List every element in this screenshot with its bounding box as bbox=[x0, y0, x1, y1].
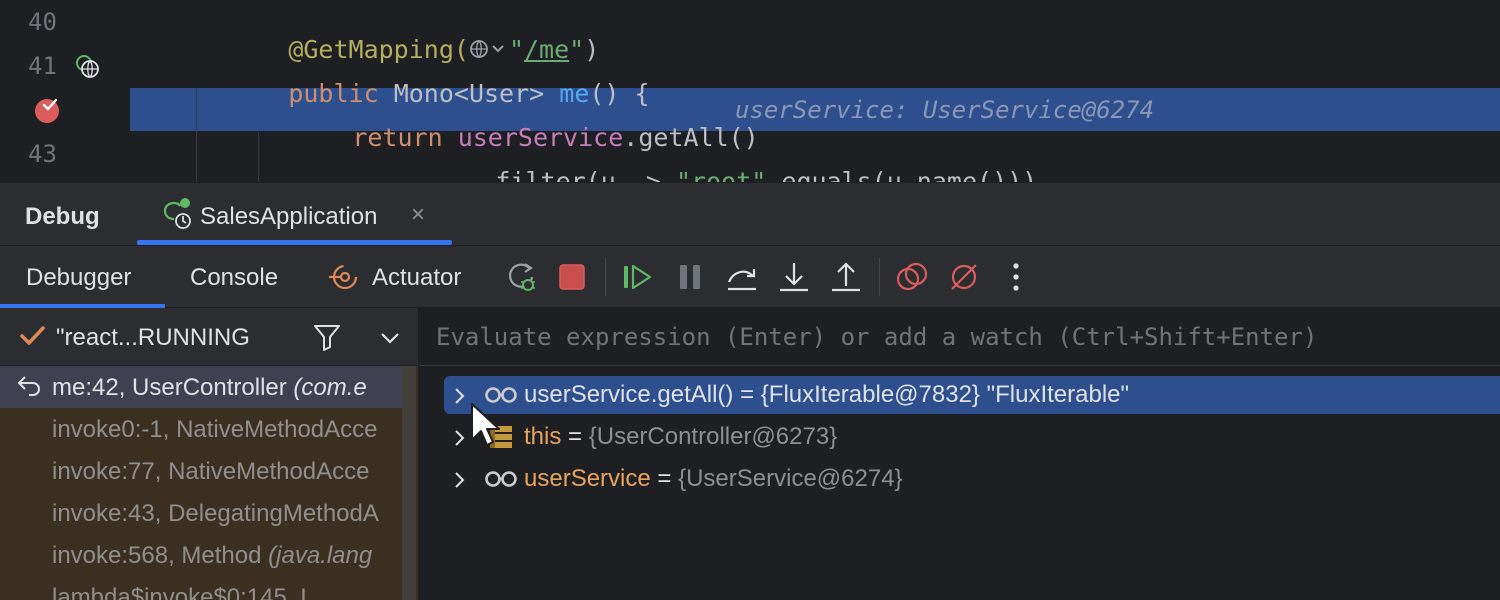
code-token: .equals(u.name())) bbox=[766, 167, 1038, 182]
actuator-icon[interactable] bbox=[328, 261, 362, 293]
variable-row[interactable]: userService = {UserService@6274} bbox=[444, 460, 1500, 498]
breakpoint-icon[interactable] bbox=[33, 95, 63, 125]
watch-icon bbox=[484, 383, 518, 407]
frame-item[interactable]: invoke:568, Method (java.lang bbox=[0, 534, 402, 576]
string-token: "root" bbox=[675, 167, 767, 182]
run-tab-label: SalesApplication bbox=[200, 203, 378, 230]
variable-name: this bbox=[524, 423, 562, 450]
watch-icon bbox=[484, 467, 518, 491]
frame-method: invoke0:-1, NativeMethodAcce bbox=[52, 416, 378, 443]
frame-item[interactable]: lambda$invoke$0:145, I bbox=[0, 576, 402, 600]
chevron-right-icon[interactable] bbox=[452, 427, 468, 447]
frame-item[interactable]: invoke:77, NativeMethodAcce bbox=[0, 450, 402, 492]
thread-label: "react...RUNNING bbox=[56, 324, 250, 351]
debug-tool-window-header: Debug SalesApplication × bbox=[0, 182, 1500, 246]
debug-session-icon bbox=[161, 197, 195, 231]
frames-scrollbar[interactable] bbox=[402, 366, 416, 600]
frame-method: lambda$invoke$0:145, I bbox=[52, 584, 307, 600]
tab-actuator[interactable]: Actuator bbox=[372, 264, 461, 292]
evaluate-bar bbox=[420, 308, 1500, 366]
close-icon[interactable]: × bbox=[411, 201, 425, 229]
frame-package: (java.lang bbox=[268, 542, 373, 569]
resume-icon[interactable] bbox=[620, 260, 654, 294]
chevron-right-icon[interactable] bbox=[452, 469, 468, 489]
toolbar-separator bbox=[605, 258, 606, 296]
variable-value: {FluxIterable@7832} "FluxIterable" bbox=[760, 381, 1130, 408]
variable-name: userService.getAll() bbox=[524, 381, 734, 408]
variable-row[interactable]: userService.getAll() = {FluxIterable@783… bbox=[444, 376, 1500, 414]
code-line-43[interactable]: 43 .filter(u -> "root".equals(u.name())) bbox=[0, 132, 1500, 182]
frame-item[interactable]: me:42, UserController (com.e bbox=[0, 366, 402, 408]
code-line-42[interactable]: return userService.getAll() userService:… bbox=[0, 88, 1500, 152]
equals-sign: = bbox=[561, 423, 589, 450]
toolbar-separator bbox=[879, 258, 880, 296]
field-icon bbox=[484, 425, 518, 449]
endpoint-gutter-icon[interactable] bbox=[74, 53, 102, 81]
rerun-debug-icon[interactable] bbox=[505, 260, 539, 294]
step-over-icon[interactable] bbox=[725, 260, 759, 294]
variable-value: {UserService@6274} bbox=[678, 465, 903, 492]
variable-name: userService bbox=[524, 465, 651, 492]
more-options-icon[interactable] bbox=[999, 260, 1033, 294]
run-session-tab[interactable]: SalesApplication × bbox=[137, 183, 452, 245]
evaluate-expression-input[interactable] bbox=[436, 320, 1486, 354]
frame-method: invoke:43, DelegatingMethodA bbox=[52, 500, 379, 527]
code-line-40[interactable]: 40 @GetMapping("/me") bbox=[0, 0, 1500, 64]
line-number: 40 bbox=[28, 8, 57, 36]
stop-icon[interactable] bbox=[555, 260, 589, 294]
frames-panel: "react...RUNNING me:42, UserController (… bbox=[0, 308, 418, 600]
tab-console[interactable]: Console bbox=[190, 264, 278, 292]
active-tab-indicator bbox=[137, 240, 452, 245]
mute-breakpoints-icon[interactable] bbox=[947, 260, 981, 294]
line-number: 43 bbox=[28, 140, 57, 168]
code-token: .filter(u -> bbox=[480, 167, 676, 182]
variable-row[interactable]: this = {UserController@6273} bbox=[444, 418, 1500, 456]
return-arrow-icon bbox=[16, 372, 42, 398]
variable-value: {UserController@6273} bbox=[588, 423, 838, 450]
checkmark-icon bbox=[18, 322, 46, 357]
frame-method: invoke:568, Method bbox=[52, 542, 269, 569]
inline-debug-value[interactable]: userService: UserService@6274 bbox=[735, 96, 1154, 124]
equals-sign: = bbox=[733, 381, 761, 408]
step-out-icon[interactable] bbox=[829, 260, 863, 294]
frame-method: invoke:77, NativeMethodAcce bbox=[52, 458, 370, 485]
frame-item[interactable]: invoke0:-1, NativeMethodAcce bbox=[0, 408, 402, 450]
tab-debugger[interactable]: Debugger bbox=[26, 264, 131, 292]
thread-selector[interactable]: "react...RUNNING bbox=[0, 308, 418, 366]
line-number: 41 bbox=[28, 52, 57, 80]
filter-icon[interactable] bbox=[312, 322, 342, 352]
variables-panel: userService.getAll() = {FluxIterable@783… bbox=[420, 308, 1500, 600]
code-line-41[interactable]: 41 public Mono<User> me() { bbox=[0, 44, 1500, 108]
view-breakpoints-icon[interactable] bbox=[895, 260, 929, 294]
debugger-toolbar: Debugger Console Actuator bbox=[0, 246, 1500, 308]
frame-item[interactable]: invoke:43, DelegatingMethodA bbox=[0, 492, 402, 534]
chevron-down-icon[interactable] bbox=[378, 328, 402, 348]
chevron-right-icon[interactable] bbox=[452, 385, 468, 405]
pause-icon[interactable] bbox=[673, 260, 707, 294]
tool-window-title: Debug bbox=[25, 203, 100, 230]
step-into-icon[interactable] bbox=[777, 260, 811, 294]
frames-list[interactable]: me:42, UserController (com.e invoke0:-1,… bbox=[0, 366, 418, 600]
frame-package: (com.e bbox=[293, 374, 367, 401]
frame-method: me:42, UserController bbox=[52, 374, 294, 401]
code-editor[interactable]: 40 @GetMapping("/me") 41 public Mono<Use… bbox=[0, 0, 1500, 182]
equals-sign: = bbox=[650, 465, 679, 492]
